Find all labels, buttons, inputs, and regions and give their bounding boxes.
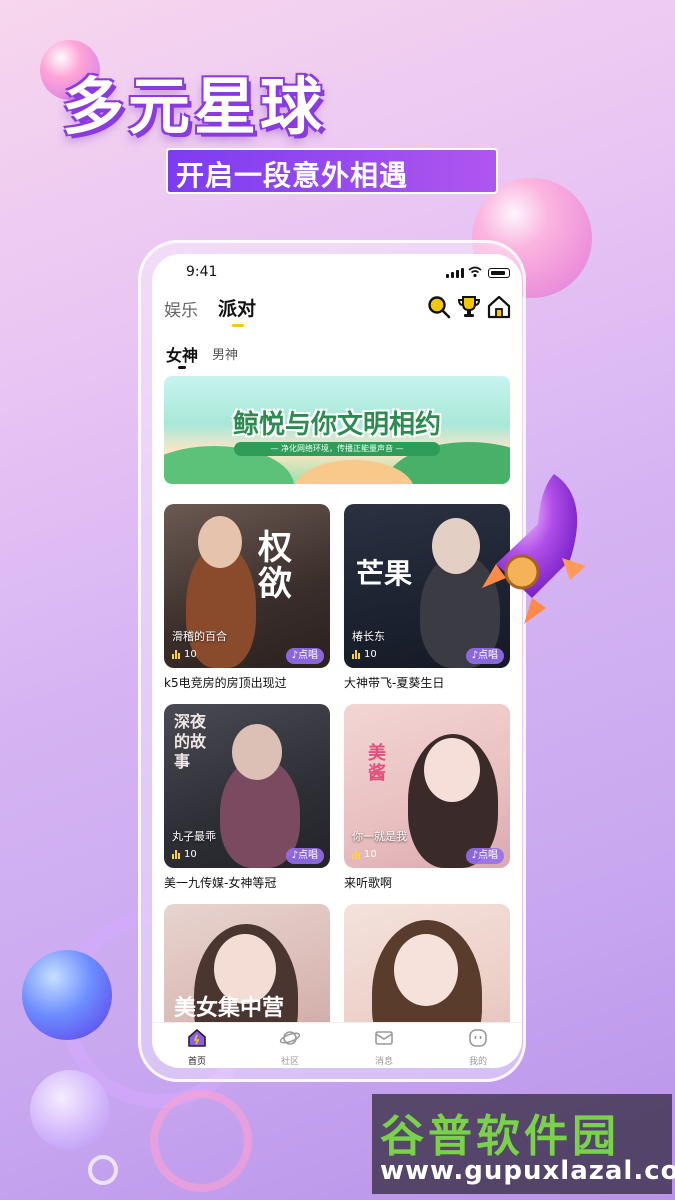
room-title: 来听歌啊 <box>344 876 393 890</box>
cover-art-text: 深夜的故事 <box>174 712 207 771</box>
decor-bubble-lilac <box>30 1070 110 1150</box>
cover-face <box>394 934 458 1006</box>
cover-face <box>198 516 242 568</box>
banner-subtitle: — 净化网络环境，传播正能量声音 — <box>234 442 440 456</box>
bottom-nav-home-label: 首页 <box>187 1057 206 1067</box>
bottom-nav-profile-label: 我的 <box>468 1057 487 1067</box>
search-icon[interactable] <box>426 294 452 320</box>
bottom-nav-community-label: 社区 <box>280 1057 299 1067</box>
battery-icon <box>488 268 510 278</box>
decor-ring-small <box>88 1155 118 1185</box>
listener-count-value: 10 <box>364 849 377 860</box>
watermark-title: 谷普软件园 <box>380 1111 620 1162</box>
listener-count: 10 <box>352 649 377 660</box>
top-nav: 娱乐 派对 <box>152 290 522 334</box>
cover-face <box>232 724 282 780</box>
trophy-icon[interactable] <box>456 294 482 320</box>
mail-icon <box>375 1031 393 1045</box>
hero-subtitle: 开启一段意外相遇 <box>176 159 409 192</box>
sub-tab-god[interactable]: 男神 <box>212 344 238 363</box>
cover-art-text: 芒果 <box>356 557 413 590</box>
sub-tabs: 女神 男神 <box>152 334 522 374</box>
request-song-label: 点唱 <box>298 850 318 861</box>
room-cover: 深夜的故事 丸子最乖 10 ♪点唱 <box>164 704 330 868</box>
cover-art-text: 美女集中营 <box>174 996 285 1021</box>
promo-banner[interactable]: 鲸悦与你文明相约 — 净化网络环境，传播正能量声音 — <box>164 376 510 484</box>
bottom-nav: 首页 社区 消息 我的 <box>152 1022 522 1068</box>
decor-ring-pink <box>150 1090 252 1192</box>
room-host-name: 你一就是我 <box>352 830 407 843</box>
audio-bars-icon <box>352 850 360 859</box>
listener-count: 10 <box>352 849 377 860</box>
request-song-button[interactable]: ♪点唱 <box>465 848 504 864</box>
room-cover: 美酱 你一就是我 10 ♪点唱 <box>344 704 510 868</box>
hero-subtitle-banner: 开启一段意外相遇 <box>166 148 498 194</box>
active-tab-indicator <box>232 324 244 327</box>
room-title: 美一九传媒-女神等冠 <box>164 876 277 890</box>
status-bar: 9:41 <box>152 254 522 290</box>
request-song-button[interactable]: ♪点唱 <box>465 648 504 664</box>
room-title: 大神带飞-夏葵生日 <box>344 676 445 690</box>
listener-count-value: 10 <box>184 649 197 660</box>
room-host-name: 椿长东 <box>352 630 385 643</box>
sub-tab-indicator <box>178 366 186 369</box>
room-host-name: 滑稽的百合 <box>172 630 227 643</box>
request-song-label: 点唱 <box>478 850 498 861</box>
room-cover: 权欲 滑稽的百合 10 ♪点唱 <box>164 504 330 668</box>
rocket-decoration <box>482 474 586 624</box>
cover-art-text: 美酱 <box>368 743 386 784</box>
request-song-label: 点唱 <box>478 650 498 661</box>
request-song-button[interactable]: ♪点唱 <box>285 648 324 664</box>
home-planet-icon <box>188 1029 206 1047</box>
hero-title: 多元星球 <box>62 70 327 143</box>
listener-count-value: 10 <box>184 849 197 860</box>
sub-tab-goddess[interactable]: 女神 <box>166 342 198 366</box>
decor-bubble-blue <box>22 950 112 1040</box>
cover-art-text: 权欲 <box>258 528 292 604</box>
bottom-nav-messages-label: 消息 <box>374 1057 393 1067</box>
wifi-icon <box>468 266 482 278</box>
phone-screen: 9:41 娱乐 派对 女神 男神 鲸悦与你文明相约 — 净化网络环境，传播正能量… <box>152 254 522 1068</box>
room-host-name: 丸子最乖 <box>172 830 216 843</box>
request-song-button[interactable]: ♪点唱 <box>285 848 324 864</box>
request-song-label: 点唱 <box>298 650 318 661</box>
cover-face <box>424 738 480 802</box>
audio-bars-icon <box>352 650 360 659</box>
status-time: 9:41 <box>186 264 218 280</box>
audio-bars-icon <box>172 850 180 859</box>
bottom-nav-home[interactable]: 首页 <box>167 1027 227 1067</box>
audio-bars-icon <box>172 650 180 659</box>
bottom-nav-messages[interactable]: 消息 <box>354 1027 414 1067</box>
bottom-nav-profile[interactable]: 我的 <box>448 1027 508 1067</box>
listener-count: 10 <box>172 649 197 660</box>
listener-count-value: 10 <box>364 649 377 660</box>
site-watermark: 谷普软件园 www.gupuxlazal.com <box>372 1094 675 1194</box>
room-title: k5电竞房的房顶出现过 <box>164 676 287 690</box>
banner-title: 鲸悦与你文明相约 <box>232 410 441 440</box>
watermark-url: www.gupuxlazal.com <box>380 1156 675 1186</box>
bottom-nav-community[interactable]: 社区 <box>260 1027 320 1067</box>
profile-face-icon <box>469 1029 487 1047</box>
tab-entertainment[interactable]: 娱乐 <box>164 296 198 321</box>
tab-party[interactable]: 派对 <box>218 294 256 321</box>
signal-icon <box>446 268 464 278</box>
planet-icon <box>279 1031 301 1045</box>
home-icon[interactable] <box>486 294 512 320</box>
listener-count: 10 <box>172 849 197 860</box>
